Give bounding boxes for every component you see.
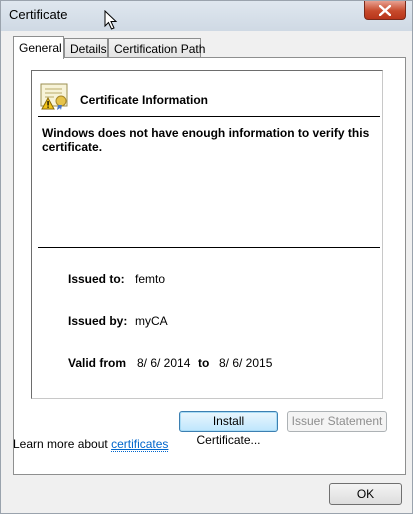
learn-more-prefix: Learn more about: [13, 437, 108, 451]
details-divider: [38, 247, 380, 248]
learn-more-text: Learn more about certificates: [13, 437, 169, 452]
certificate-dialog: Certificate General Details Certificatio…: [0, 0, 413, 514]
general-tab-panel: Certificate Information Windows does not…: [13, 57, 406, 475]
valid-from-value[interactable]: 8/ 6/ 2014: [137, 356, 190, 370]
tab-general-label: General: [19, 41, 62, 55]
certificate-info-title: Certificate Information: [80, 93, 209, 107]
tab-certification-path[interactable]: Certification Path: [108, 38, 205, 58]
close-button[interactable]: [364, 1, 406, 20]
valid-to-value[interactable]: 8/ 6/ 2015: [219, 356, 272, 370]
valid-from-label: Valid from: [68, 356, 127, 370]
window-title: Certificate: [9, 7, 68, 22]
issuer-statement-button[interactable]: Issuer Statement: [287, 411, 387, 432]
issued-by-value[interactable]: myCA: [135, 314, 168, 328]
tab-details-label: Details: [70, 42, 107, 56]
issued-to-value[interactable]: femto: [135, 272, 165, 286]
title-bar[interactable]: Certificate: [1, 1, 412, 31]
certificate-warning-message: Windows does not have enough information…: [42, 126, 370, 154]
ok-button[interactable]: OK: [329, 483, 402, 505]
tab-details[interactable]: Details: [64, 38, 108, 58]
mouse-cursor-icon: [104, 10, 118, 30]
close-icon: [379, 4, 391, 16]
issued-by-label: Issued by:: [68, 314, 128, 328]
certificate-info-box: Certificate Information Windows does not…: [31, 70, 383, 399]
tab-certification-path-label: Certification Path: [114, 42, 206, 56]
tab-general[interactable]: General: [13, 36, 64, 59]
valid-to-label: to: [198, 356, 210, 370]
install-certificate-button[interactable]: Install Certificate...: [179, 411, 278, 447]
certificates-link[interactable]: certificates: [111, 437, 169, 452]
header-divider: [38, 116, 380, 117]
issued-to-label: Issued to:: [68, 272, 125, 286]
certificate-warning-icon: [40, 83, 68, 110]
